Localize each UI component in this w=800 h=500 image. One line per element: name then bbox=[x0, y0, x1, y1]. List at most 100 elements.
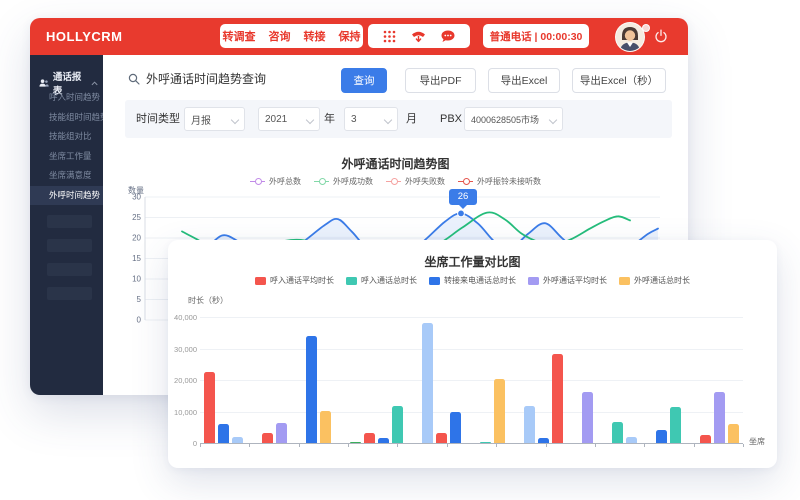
bar-chart-ytick: 30,000 bbox=[171, 345, 197, 354]
bar-chart-axis-tick bbox=[644, 444, 645, 447]
bar-chart-axis-tick bbox=[694, 444, 695, 447]
bar-cluster bbox=[480, 317, 505, 443]
bar-blue bbox=[450, 412, 461, 443]
legend-label: 外呼通话总时长 bbox=[634, 275, 690, 286]
highlighted-data-point bbox=[458, 210, 465, 217]
line-chart-title: 外呼通话时间趋势图 bbox=[103, 155, 688, 172]
sidebar: 通话报表 呼入时间趋势技能组时间趋势技能组对比坐席工作量坐席满意度外呼时间趋势 bbox=[30, 55, 103, 395]
bar-teal bbox=[612, 422, 623, 443]
call-action-2[interactable]: 转接 bbox=[304, 28, 326, 44]
chart-tooltip: 26 bbox=[449, 189, 477, 205]
bar-lightblue bbox=[524, 406, 535, 443]
chevron-down-icon bbox=[384, 116, 392, 124]
sidebar-skeleton bbox=[47, 263, 92, 276]
bar-chart-axis-tick bbox=[348, 444, 349, 447]
bar-cluster bbox=[524, 317, 563, 443]
bar-chart-xlabel: 坐席 bbox=[749, 436, 765, 447]
bar-blue bbox=[306, 336, 317, 443]
export-excel-button[interactable]: 导出Excel bbox=[488, 68, 560, 93]
bar-red bbox=[436, 433, 447, 443]
call-action-0[interactable]: 转调查 bbox=[223, 28, 256, 44]
query-section-title: 外呼通话时间趋势查询 bbox=[128, 70, 266, 87]
bar-legend-item[interactable]: 外呼通话平均时长 bbox=[528, 275, 607, 286]
line-chart-ytick: 15 bbox=[132, 254, 141, 263]
sidebar-skeleton bbox=[47, 239, 92, 252]
bar-orange bbox=[728, 424, 739, 443]
month-suffix-label: 月 bbox=[406, 100, 417, 138]
sidebar-item[interactable]: 技能组时间趋势 bbox=[30, 108, 103, 128]
call-action-3[interactable]: 保持 bbox=[339, 28, 361, 44]
phone-status-pill[interactable]: 普通电话 | 00:00:30 bbox=[483, 24, 589, 48]
line-chart-ytick: 0 bbox=[137, 316, 142, 325]
pbx-value: 4000628505市场 bbox=[471, 113, 539, 126]
month-select[interactable]: 3 bbox=[344, 107, 398, 131]
bar-blue bbox=[656, 430, 667, 443]
legend-label: 外呼通话平均时长 bbox=[543, 275, 607, 286]
bar-lightblue bbox=[232, 437, 243, 443]
bar-blue bbox=[378, 438, 389, 443]
year-select[interactable]: 2021 bbox=[258, 107, 320, 131]
phone-status-text: 普通电话 | 00:00:30 bbox=[490, 29, 583, 44]
line-chart-ytick: 20 bbox=[132, 234, 141, 243]
filter-bar: 时间类型 月报 2021 年 3 月 PBX 4000628505市场 bbox=[125, 100, 672, 138]
pbx-select[interactable]: 4000628505市场 bbox=[464, 107, 563, 131]
bar-chart-ytick: 20,000 bbox=[171, 376, 197, 385]
sidebar-item[interactable]: 坐席满意度 bbox=[30, 166, 103, 186]
power-icon[interactable] bbox=[654, 29, 668, 43]
bar-chart-axis-tick bbox=[496, 444, 497, 447]
legend-label: 转接来电通话总时长 bbox=[444, 275, 516, 286]
bar-cluster bbox=[350, 317, 403, 443]
time-type-select[interactable]: 月报 bbox=[184, 107, 245, 131]
call-action-group: 转调查咨询转接保持 bbox=[220, 24, 363, 48]
bar-cluster bbox=[656, 317, 681, 443]
bar-legend-item[interactable]: 呼入通话总时长 bbox=[346, 275, 417, 286]
export-pdf-button[interactable]: 导出PDF bbox=[405, 68, 476, 93]
bar-orange bbox=[320, 411, 331, 443]
bar-teal bbox=[670, 407, 681, 443]
bar-chart-axis-tick bbox=[249, 444, 250, 447]
sidebar-item[interactable]: 外呼时间趋势 bbox=[30, 186, 103, 206]
notification-dot bbox=[642, 24, 650, 32]
pbx-label: PBX bbox=[440, 100, 462, 138]
bar-red bbox=[552, 354, 563, 443]
search-button[interactable]: 查询 bbox=[341, 68, 387, 93]
year-value: 2021 bbox=[265, 114, 287, 125]
line-chart-ytick: 10 bbox=[132, 275, 141, 284]
bar-legend-item[interactable]: 呼入通话平均时长 bbox=[255, 275, 334, 286]
legend-swatch-icon bbox=[528, 277, 539, 285]
bar-red bbox=[204, 372, 215, 444]
bar-chart-axis-tick bbox=[200, 444, 201, 447]
bar-chart-axis-tick bbox=[447, 444, 448, 447]
bar-purple bbox=[582, 392, 593, 443]
bar-chart-title: 坐席工作量对比图 bbox=[168, 253, 777, 270]
chevron-down-icon bbox=[306, 116, 314, 124]
bar-red bbox=[364, 433, 375, 443]
bar-chart-ytick: 0 bbox=[171, 439, 197, 448]
query-title-text: 外呼通话时间趋势查询 bbox=[146, 70, 266, 87]
bar-legend-item[interactable]: 转接来电通话总时长 bbox=[429, 275, 516, 286]
sidebar-item[interactable]: 呼入时间趋势 bbox=[30, 88, 103, 108]
bar-legend-item[interactable]: 外呼通话总时长 bbox=[619, 275, 690, 286]
bar-chart-legend: 呼入通话平均时长 呼入通话总时长 转接来电通话总时长 外呼通话平均时长 外呼通话总时长 bbox=[168, 275, 777, 286]
time-type-label: 时间类型 bbox=[136, 100, 180, 138]
avatar[interactable] bbox=[615, 22, 645, 52]
export-excel-seconds-button[interactable]: 导出Excel（秒） bbox=[572, 68, 666, 93]
legend-label: 呼入通话平均时长 bbox=[270, 275, 334, 286]
grid-menu-icon[interactable] bbox=[383, 30, 396, 43]
bar-cluster bbox=[306, 317, 331, 443]
sidebar-item[interactable]: 技能组对比 bbox=[30, 127, 103, 147]
hangup-phone-icon[interactable] bbox=[411, 29, 426, 43]
topbar: HOLLYCRM 转调查咨询转接保持 bbox=[30, 18, 688, 55]
call-action-1[interactable]: 咨询 bbox=[269, 28, 291, 44]
chat-icon[interactable] bbox=[441, 30, 455, 43]
bar-teal bbox=[480, 442, 491, 444]
line-chart-ytick: 25 bbox=[132, 213, 141, 222]
bar-lightblue bbox=[422, 323, 433, 443]
sidebar-item[interactable]: 坐席工作量 bbox=[30, 147, 103, 167]
app-logo: HOLLYCRM bbox=[46, 29, 122, 44]
bar-lightblue bbox=[626, 437, 637, 443]
time-type-value: 月报 bbox=[191, 112, 211, 127]
bar-cluster bbox=[612, 317, 637, 443]
chevron-up-icon bbox=[91, 81, 98, 86]
screenshot-stage: HOLLYCRM 转调查咨询转接保持 bbox=[0, 0, 800, 500]
